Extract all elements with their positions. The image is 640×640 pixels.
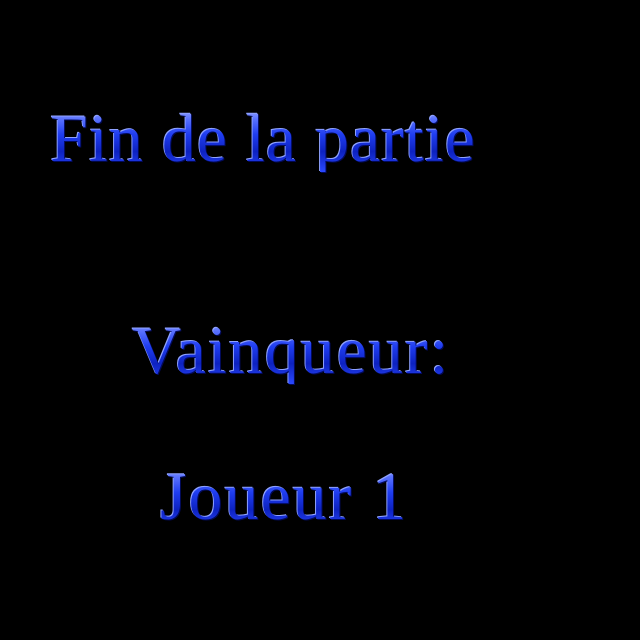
game-over-screen: Fin de la partie Vainqueur: Joueur 1 xyxy=(0,0,640,640)
winner-label: Vainqueur: xyxy=(132,312,451,388)
winner-name: Joueur 1 xyxy=(160,458,409,534)
game-over-title: Fin de la partie xyxy=(50,100,476,176)
